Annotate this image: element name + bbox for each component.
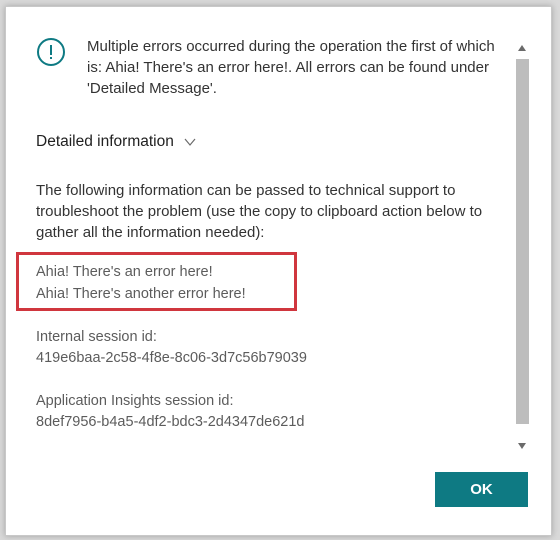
error-item: Ahia! There's another error here! — [36, 286, 246, 302]
support-instructions-line: The following information can be passed … — [36, 182, 456, 199]
error-item: Ahia! There's an error here! — [36, 264, 213, 280]
internal-session-label: Internal session id: — [36, 329, 157, 345]
error-message-line: 'Detailed Message'. — [87, 80, 217, 97]
error-message: Multiple errors occurred during the oper… — [87, 36, 512, 99]
support-instructions: The following information can be passed … — [36, 180, 508, 243]
error-message-line: is: Ahia! There's an error here!. All er… — [87, 59, 489, 76]
support-instructions-line: gather all the information needed): — [36, 224, 265, 241]
ok-button[interactable]: OK — [435, 472, 528, 507]
scroll-down-arrow-icon[interactable] — [518, 443, 526, 449]
insights-session-id: 8def7956-b4a5-4df2-bdc3-2d4347de621d — [36, 414, 305, 430]
chevron-down-icon — [184, 138, 196, 146]
exclamation-dot — [50, 57, 52, 59]
support-instructions-line: troubleshoot the problem (use the copy t… — [36, 203, 483, 220]
exclamation-circle-icon — [37, 38, 65, 66]
error-message-line: Multiple errors occurred during the oper… — [87, 38, 495, 55]
scrollbar-thumb[interactable] — [516, 59, 529, 424]
error-dialog: Multiple errors occurred during the oper… — [5, 6, 552, 536]
internal-session-id: 419e6baa-2c58-4f8e-8c06-3d7c56b79039 — [36, 350, 307, 366]
detailed-information-toggle[interactable]: Detailed information — [36, 133, 196, 151]
detailed-information-label: Detailed information — [36, 133, 174, 150]
errors-highlight-box — [16, 252, 297, 311]
exclamation-bar — [50, 45, 52, 55]
insights-session-label: Application Insights session id: — [36, 393, 234, 409]
vertical-scrollbar[interactable] — [515, 37, 530, 457]
dialog-content: Multiple errors occurred during the oper… — [6, 7, 516, 461]
scroll-up-arrow-icon[interactable] — [518, 45, 526, 51]
